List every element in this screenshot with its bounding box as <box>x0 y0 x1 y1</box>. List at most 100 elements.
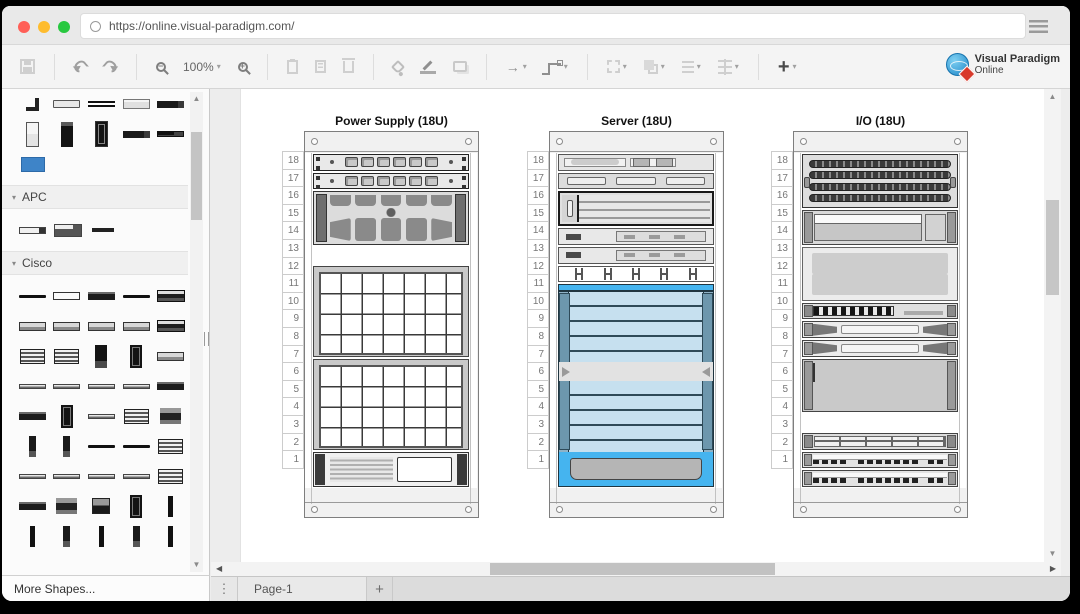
cable-organizer[interactable] <box>558 266 714 283</box>
cisco-bar-3-shape[interactable] <box>19 384 46 389</box>
cisco-switch-dark-shape[interactable] <box>88 292 115 300</box>
scroll-down-icon[interactable]: ▼ <box>190 560 203 570</box>
rack-unit-dark-shape[interactable] <box>157 101 184 108</box>
menu-icon[interactable] <box>1029 20 1048 33</box>
cisco-bar-13-shape[interactable] <box>123 474 150 479</box>
cisco-shelf-4-shape[interactable] <box>158 469 183 484</box>
cisco-tower-4-shape[interactable] <box>130 495 142 518</box>
cisco-bar-5-shape[interactable] <box>88 384 115 389</box>
add-shape-dropdown[interactable]: +▾ <box>776 53 799 81</box>
cisco-bar-1-shape[interactable] <box>19 295 46 298</box>
zoom-level-dropdown[interactable]: 100%▾ <box>181 53 223 81</box>
reload-icon[interactable] <box>90 21 101 32</box>
cisco-tower-1-shape[interactable] <box>95 345 107 368</box>
cisco-slim-4-shape[interactable] <box>30 526 35 547</box>
slats1u[interactable] <box>802 303 958 320</box>
distribute-dropdown[interactable]: ▾ <box>716 53 741 81</box>
redo-button[interactable] <box>102 53 119 81</box>
cisco-slim-2-shape[interactable] <box>63 436 70 457</box>
cisco-device-6-shape[interactable] <box>157 382 184 390</box>
cisco-device-2-shape[interactable] <box>53 322 80 331</box>
cisco-device-5-shape[interactable] <box>157 352 184 361</box>
line-color-button[interactable] <box>418 53 438 81</box>
battery5u[interactable] <box>313 266 469 357</box>
blue-rectangle-shape[interactable] <box>21 157 45 172</box>
sidebar-scrollbar[interactable]: ▲ ▼ <box>190 92 203 572</box>
paste-button[interactable] <box>285 53 300 81</box>
cisco-shelf-1-shape[interactable] <box>53 292 80 300</box>
server-c[interactable] <box>558 228 714 245</box>
rack-unit-raised-shape[interactable] <box>123 99 150 109</box>
switch1u[interactable] <box>802 470 958 487</box>
vertical-scrollbar[interactable]: ▲ ▼ <box>1044 89 1061 562</box>
cisco-slim-3-shape[interactable] <box>168 496 173 517</box>
cisco-slim-1-shape[interactable] <box>29 436 36 457</box>
zoom-out-button[interactable]: − <box>154 53 168 81</box>
cisco-bar-6-shape[interactable] <box>123 384 150 389</box>
cisco-bar-9-shape[interactable] <box>123 445 150 448</box>
apc-console-shape[interactable] <box>54 224 82 237</box>
cisco-stack-4-shape[interactable] <box>56 498 77 514</box>
connector-style-dropdown[interactable]: ▾ <box>542 53 570 81</box>
cisco-shelf-5-shape[interactable] <box>19 502 46 510</box>
scroll-up-icon[interactable]: ▲ <box>1044 92 1061 102</box>
minimize-button[interactable] <box>38 21 50 33</box>
server-a[interactable] <box>558 154 714 171</box>
cisco-slim-5-shape[interactable] <box>63 526 70 547</box>
ups2u[interactable] <box>313 452 469 487</box>
fill-color-button[interactable] <box>391 53 405 81</box>
cisco-device-1-shape[interactable] <box>19 322 46 331</box>
scroll-down-icon[interactable]: ▼ <box>1044 549 1061 559</box>
rack-unit-light-shape[interactable] <box>53 100 80 108</box>
url-bar[interactable]: https://online.visual-paradigm.com/ <box>80 13 1026 39</box>
rack-corner-shape[interactable] <box>26 98 39 111</box>
arrow-style-dropdown[interactable]: →▾ <box>504 53 529 81</box>
brush1u[interactable] <box>802 433 958 450</box>
cisco-router-shape[interactable] <box>157 290 185 302</box>
shape-style-button[interactable] <box>451 53 469 81</box>
cisco-bar-8-shape[interactable] <box>88 445 115 448</box>
delete-button[interactable] <box>341 53 356 81</box>
pdu[interactable] <box>313 154 469 171</box>
maximize-button[interactable] <box>58 21 70 33</box>
cisco-bar-11-shape[interactable] <box>53 474 80 479</box>
io2u[interactable] <box>802 210 958 245</box>
undo-button[interactable] <box>72 53 89 81</box>
save-button[interactable] <box>18 53 37 81</box>
cisco-device-3-shape[interactable] <box>88 322 115 331</box>
switch1u[interactable] <box>802 452 958 469</box>
pdu[interactable] <box>313 173 469 190</box>
patch3u[interactable] <box>802 154 958 208</box>
cisco-slim-8-shape[interactable] <box>168 526 173 547</box>
rack-bar-dark-shape[interactable] <box>157 131 184 137</box>
vent3u[interactable] <box>802 359 958 413</box>
tab-page-1[interactable]: Page-1 <box>238 577 367 601</box>
rack-frame[interactable] <box>549 131 724 518</box>
rack-frame-tower-shape[interactable] <box>26 122 39 147</box>
cisco-tower-dark-shape[interactable] <box>130 345 142 368</box>
sidebar-scrollbar-thumb[interactable] <box>191 132 202 220</box>
align-dropdown[interactable]: ▾ <box>680 53 703 81</box>
cisco-tower-3-shape[interactable] <box>160 408 181 424</box>
edit-button[interactable] <box>313 53 328 81</box>
cisco-stack-2-shape[interactable] <box>54 349 79 364</box>
bezel1u[interactable] <box>802 340 958 357</box>
panel3u[interactable] <box>802 247 958 301</box>
select-dropdown[interactable]: ▾ <box>605 53 629 81</box>
server2u[interactable] <box>558 191 714 226</box>
cisco-tower-2-shape[interactable] <box>61 405 73 428</box>
palette-section-cisco[interactable]: ▾Cisco <box>2 251 188 275</box>
cisco-split-shape[interactable] <box>92 498 110 514</box>
chassis-blue[interactable] <box>558 284 714 487</box>
cisco-bar-10-shape[interactable] <box>19 474 46 479</box>
zoom-in-button[interactable]: + <box>236 53 250 81</box>
bezel1u[interactable] <box>802 321 958 338</box>
rack-frame[interactable] <box>304 131 479 518</box>
panel-collapse-handle[interactable] <box>204 332 209 346</box>
cisco-stack-3-shape[interactable] <box>124 409 149 424</box>
vertical-scrollbar-thumb[interactable] <box>1046 200 1059 295</box>
server-b[interactable] <box>558 173 714 190</box>
server-tower-outline-shape[interactable] <box>95 121 108 147</box>
cisco-bar-7-shape[interactable] <box>88 414 115 419</box>
cisco-slim-6-shape[interactable] <box>99 526 104 547</box>
